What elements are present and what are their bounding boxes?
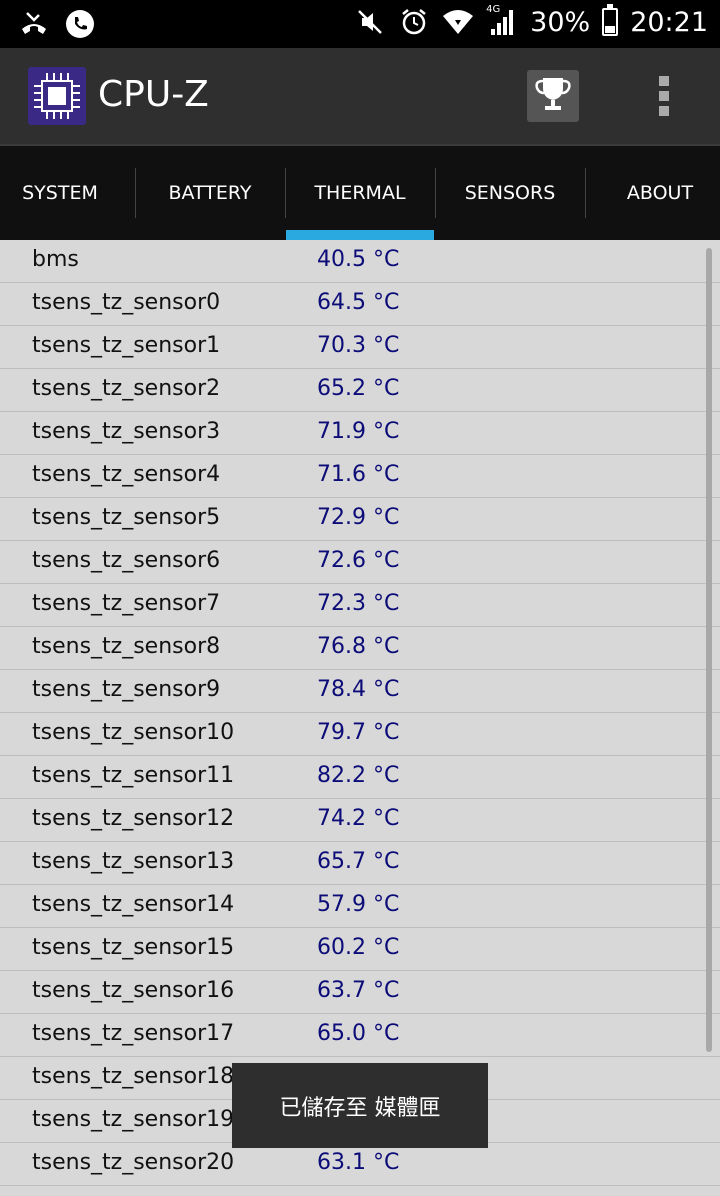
sensor-name: tsens_tz_sensor6	[32, 548, 221, 573]
clock: 20:21	[630, 6, 708, 38]
trophy-icon	[533, 74, 573, 118]
menu-dot	[659, 106, 669, 116]
list-item: tsens_tz_sensor3 71.9 °C	[0, 412, 720, 455]
list-item: tsens_tz_sensor20 63.1 °C	[0, 1143, 720, 1186]
toast-message: 已儲存至 媒體匣	[232, 1063, 488, 1148]
list-item: tsens_tz_sensor1 70.3 °C	[0, 326, 720, 369]
mute-icon	[354, 6, 386, 38]
phone-icon	[64, 8, 96, 40]
sensor-name: tsens_tz_sensor4	[32, 462, 221, 487]
sensor-name: tsens_tz_sensor1	[32, 333, 221, 358]
trophy-button[interactable]	[527, 70, 579, 122]
active-tab-indicator	[286, 230, 434, 240]
sensor-name: bms	[32, 247, 79, 272]
sensor-temperature: 65.7 °C	[317, 849, 400, 874]
list-item: tsens_tz_sensor8 76.8 °C	[0, 627, 720, 670]
sensor-name: tsens_tz_sensor12	[32, 806, 235, 831]
list-item: tsens_tz_sensor16 63.7 °C	[0, 971, 720, 1014]
sensor-name: tsens_tz_sensor13	[32, 849, 235, 874]
list-item: tsens_tz_sensor13 65.7 °C	[0, 842, 720, 885]
sensor-name: tsens_tz_sensor8	[32, 634, 221, 659]
list-item: tsens_tz_sensor17 65.0 °C	[0, 1014, 720, 1057]
sensor-name: tsens_tz_sensor11	[32, 763, 235, 788]
sensor-name: tsens_tz_sensor18	[32, 1064, 235, 1089]
overflow-menu-button[interactable]	[648, 72, 680, 120]
sensor-temperature: 64.5 °C	[317, 290, 400, 315]
list-item: tsens_tz_sensor15 60.2 °C	[0, 928, 720, 971]
sensor-temperature: 57.9 °C	[317, 892, 400, 917]
wifi-icon	[442, 6, 474, 38]
list-item: tsens_tz_sensor2 65.2 °C	[0, 369, 720, 412]
cpu-chip-icon	[28, 67, 86, 125]
tab-battery[interactable]: BATTERY	[135, 146, 285, 240]
missed-call-icon	[18, 8, 50, 40]
sensor-name: tsens_tz_sensor10	[32, 720, 235, 745]
sensor-temperature: 40.5 °C	[317, 247, 400, 272]
sensor-temperature: 76.8 °C	[317, 634, 400, 659]
sensor-name: tsens_tz_sensor5	[32, 505, 221, 530]
list-item: tsens_tz_sensor7 72.3 °C	[0, 584, 720, 627]
sensor-name: tsens_tz_sensor3	[32, 419, 221, 444]
sensor-temperature: 60.2 °C	[317, 935, 400, 960]
signal-icon: 4G	[486, 4, 518, 38]
tab-bar: SYSTEM BATTERY THERMAL SENSORS ABOUT	[0, 146, 720, 240]
sensor-temperature: 71.9 °C	[317, 419, 400, 444]
battery-icon	[602, 4, 619, 36]
app-bar: CPU-Z	[0, 48, 720, 146]
list-item: tsens_tz_sensor9 78.4 °C	[0, 670, 720, 713]
sensor-name: tsens_tz_sensor19	[32, 1107, 235, 1132]
list-item: tsens_tz_sensor5 72.9 °C	[0, 498, 720, 541]
menu-dot	[659, 91, 669, 101]
list-item: tsens_tz_sensor6 72.6 °C	[0, 541, 720, 584]
list-item: tsens_tz_sensor0 64.5 °C	[0, 283, 720, 326]
network-type-label: 4G	[486, 4, 501, 15]
sensor-temperature: 72.6 °C	[317, 548, 400, 573]
tab-about[interactable]: ABOUT	[585, 146, 720, 240]
sensor-name: tsens_tz_sensor2	[32, 376, 221, 401]
sensor-temperature: 78.4 °C	[317, 677, 400, 702]
sensor-name: tsens_tz_sensor16	[32, 978, 235, 1003]
thermal-list[interactable]: bms 40.5 °C tsens_tz_sensor0 64.5 °C tsens_t…	[0, 240, 720, 1196]
sensor-name: tsens_tz_sensor7	[32, 591, 221, 616]
tab-thermal[interactable]: THERMAL	[285, 146, 435, 240]
sensor-temperature: 79.7 °C	[317, 720, 400, 745]
sensor-temperature: 82.2 °C	[317, 763, 400, 788]
sensor-temperature: 65.0 °C	[317, 1021, 400, 1046]
list-item: tsens_tz_sensor12 74.2 °C	[0, 799, 720, 842]
sensor-name: tsens_tz_sensor9	[32, 677, 221, 702]
sensor-name: tsens_tz_sensor15	[32, 935, 235, 960]
sensor-temperature: 63.1 °C	[317, 1150, 400, 1175]
sensor-temperature: 70.3 °C	[317, 333, 400, 358]
sensor-name: tsens_tz_sensor14	[32, 892, 235, 917]
sensor-temperature: 72.3 °C	[317, 591, 400, 616]
scrollbar[interactable]	[706, 248, 712, 1052]
sensor-temperature: 72.9 °C	[317, 505, 400, 530]
sensor-temperature: 71.6 °C	[317, 462, 400, 487]
list-item: tsens_tz_sensor10 79.7 °C	[0, 713, 720, 756]
overflow-menu-icon	[659, 76, 669, 86]
list-item: tsens_tz_sensor4 71.6 °C	[0, 455, 720, 498]
alarm-icon	[398, 6, 430, 38]
app-title: CPU-Z	[98, 74, 209, 115]
status-bar: 4G 30% 20:21	[0, 0, 720, 48]
sensor-temperature: 65.2 °C	[317, 376, 400, 401]
sensor-name: tsens_tz_sensor20	[32, 1150, 235, 1175]
sensor-name: tsens_tz_sensor0	[32, 290, 221, 315]
sensor-temperature: 74.2 °C	[317, 806, 400, 831]
tab-sensors[interactable]: SENSORS	[435, 146, 585, 240]
list-item: tsens_tz_sensor14 57.9 °C	[0, 885, 720, 928]
tab-system[interactable]: SYSTEM	[0, 146, 135, 240]
sensor-name: tsens_tz_sensor17	[32, 1021, 235, 1046]
list-item: bms 40.5 °C	[0, 240, 720, 283]
list-item: tsens_tz_sensor11 82.2 °C	[0, 756, 720, 799]
battery-percent: 30%	[530, 6, 591, 38]
sensor-temperature: 63.7 °C	[317, 978, 400, 1003]
